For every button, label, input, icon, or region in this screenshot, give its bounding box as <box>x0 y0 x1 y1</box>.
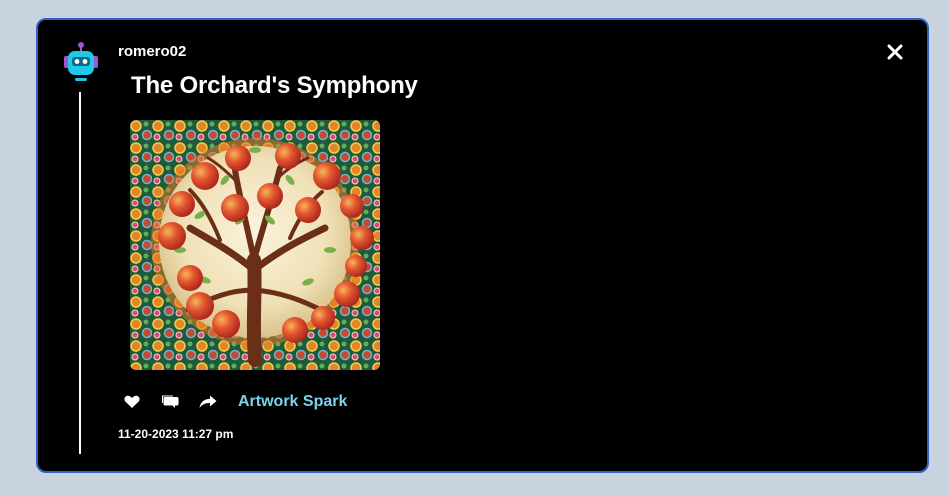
post-actions: Artwork Spark <box>122 390 347 414</box>
close-icon[interactable] <box>885 42 905 62</box>
artwork-image[interactable] <box>130 120 380 370</box>
thread-line <box>79 92 81 454</box>
share-arrow-icon[interactable] <box>198 392 218 412</box>
username[interactable]: romero02 <box>118 43 186 60</box>
artwork-spark-link[interactable]: Artwork Spark <box>238 393 347 411</box>
post-timestamp: 11-20-2023 11:27 pm <box>118 427 234 441</box>
robot-avatar-icon[interactable] <box>62 42 100 84</box>
post-title: The Orchard's Symphony <box>131 72 418 99</box>
post-card: romero02 The Orchard's Symphony Artwork … <box>36 18 929 473</box>
heart-icon[interactable] <box>122 392 142 412</box>
comment-icon[interactable] <box>160 392 180 412</box>
